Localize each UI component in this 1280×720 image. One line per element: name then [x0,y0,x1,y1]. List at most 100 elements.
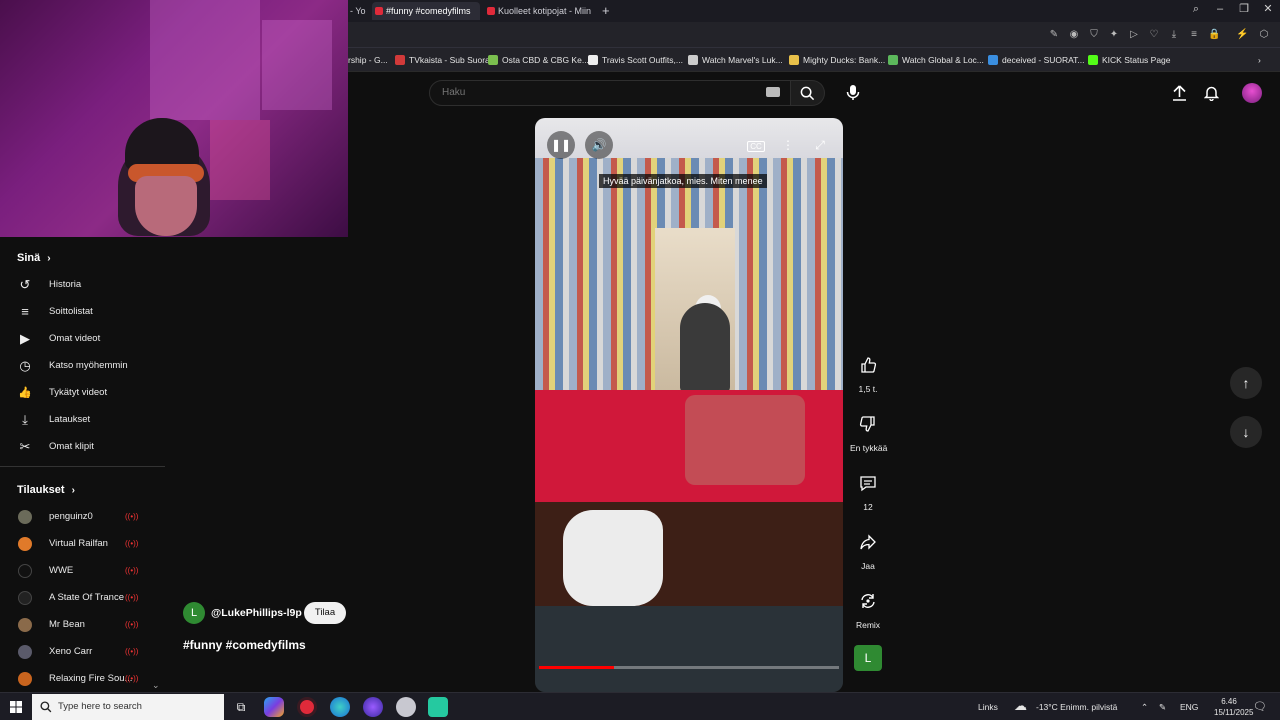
sidebar-item-playlists[interactable]: ≡ Soittolistat [0,299,165,325]
bookmark[interactable]: Watch Marvel's Luk... [688,53,783,67]
camera-icon[interactable]: ◉ [1068,29,1080,41]
chevron-right-icon[interactable]: › [1258,53,1261,67]
new-tab-button[interactable]: + [602,2,618,20]
like-button[interactable]: 1,5 t. [850,350,886,394]
links-toolbar[interactable]: Links [978,702,998,712]
lock-icon[interactable]: 🔒 [1208,29,1220,41]
profile-icon[interactable]: ⬡ [1258,29,1270,41]
close-icon[interactable]: ✕ [1256,0,1280,20]
upload-icon[interactable] [1172,85,1187,101]
shorts-video-player[interactable]: ❚❚ 🔊 CC ⋮ ⤢ Hyvää päivänjatkoa, mies. Mi… [535,118,843,692]
pen-icon[interactable]: ✎ [1159,702,1166,713]
channel-avatar [18,564,32,578]
play-icon[interactable]: ▷ [1128,29,1140,41]
subscribe-button[interactable]: Tilaa [304,602,346,624]
channel-name[interactable]: @LukePhillips-l9p [211,607,302,619]
messenger-icon[interactable] [363,697,383,717]
search-tabs-icon[interactable]: ⌕ [1184,0,1208,20]
extension-icon[interactable]: ✦ [1108,29,1120,41]
previous-short-button[interactable]: ↑ [1230,367,1262,399]
sidebar-item-downloads[interactable]: ⤓ Lataukset [0,407,165,433]
bookmark[interactable]: deceived - SUORAT... [988,53,1085,67]
chevron-up-icon[interactable]: ⌃ [1141,702,1148,713]
fullscreen-button[interactable]: ⤢ [808,134,832,156]
channel-thumbnail[interactable]: L [854,645,882,671]
subscriptions-section-title[interactable]: Tilaukset › [17,484,75,496]
captions-button[interactable]: CC [744,134,768,156]
language-indicator[interactable]: ENG [1180,702,1198,712]
more-options-button[interactable]: ⋮ [776,134,800,156]
windows-start-icon[interactable] [10,701,22,713]
edit-icon[interactable]: ✎ [1048,29,1060,41]
bookmark[interactable]: Osta CBD & CBG Ke... [488,53,589,67]
clips-icon: ✂ [19,439,31,454]
shield-icon[interactable]: ⛉ [1088,29,1100,41]
clock[interactable]: 6.46 15/11/2025 [1214,696,1253,718]
minimize-icon[interactable]: – [1208,0,1232,20]
sidebar-item-subscription[interactable]: A State Of Trance ((•)) [0,585,165,611]
share-button[interactable]: Jaa [850,527,886,571]
bookmark[interactable]: Travis Scott Outfits,... [588,53,683,67]
sidebar-item-subscription[interactable]: WWE ((•)) [0,558,165,584]
live-icon: ((•)) [125,620,139,629]
chevron-down-icon[interactable]: ⌄ [152,680,160,691]
weather-text[interactable]: -13°C Enimm. pilvistä [1036,702,1117,712]
subtitle-caption: Hyvää päivänjatkoa, mies. Miten menee [599,174,767,188]
search-button[interactable] [791,80,825,106]
chevron-right-icon: › [71,485,75,496]
sidebar-item-history[interactable]: ↺ Historia [0,272,165,298]
weather-icon[interactable]: ☁ [1014,698,1027,714]
sidebar-item-your-videos[interactable]: ▶ Omat videot [0,326,165,352]
captions-icon: CC [747,141,765,152]
opera-icon[interactable] [297,697,317,717]
task-view-icon[interactable]: ⧉ [231,697,251,717]
app-icon[interactable] [428,697,448,717]
heart-icon[interactable]: ♡ [1148,29,1160,41]
live-icon: ((•)) [125,566,139,575]
pause-icon: ❚❚ [550,138,572,152]
bookmark[interactable]: rship - G... [348,53,388,67]
ai-icon[interactable]: ⚡ [1236,29,1248,41]
bell-icon[interactable] [1204,85,1219,101]
sidebar-item-subscription[interactable]: Mr Bean ((•)) [0,612,165,638]
progress-bar[interactable] [539,666,839,669]
sidebar-item-watch-later[interactable]: ◷ Katso myöhemmin [0,353,165,379]
you-section-title[interactable]: Sinä › [17,252,51,264]
bookmark[interactable]: KICK Status Page [1088,53,1171,67]
bookmark[interactable]: Mighty Ducks: Bank... [789,53,885,67]
copilot-icon[interactable] [264,697,284,717]
remix-button[interactable]: Remix [850,586,886,630]
sidebar-item-subscription[interactable]: Relaxing Fire Sou... ((•)) [0,666,165,692]
video-title[interactable]: #funny #comedyfilms [183,638,306,652]
channel-avatar[interactable]: L [183,602,205,624]
sidebar-item-liked-videos[interactable]: 👍 Tykätyt videot [0,380,165,406]
browser-tab-active[interactable]: #funny #comedyfilms [372,2,480,20]
browser-tab[interactable]: - Yo [348,2,370,20]
sidebar-item-subscription[interactable]: Xeno Carr ((•)) [0,639,165,665]
channel-avatar [18,672,32,686]
keyboard-icon[interactable] [766,87,780,97]
dislike-button[interactable]: En tykkää [850,409,887,453]
sidebar-item-subscription[interactable]: Virtual Railfan ((•)) [0,531,165,557]
taskbar-search[interactable]: Type here to search [32,694,224,720]
avatar[interactable] [1242,83,1262,103]
volume-button[interactable]: 🔊 [585,131,613,159]
bookmark[interactable]: TVkaista - Sub Suora [395,53,490,67]
search-input[interactable] [442,87,742,98]
edge-icon[interactable] [330,697,350,717]
comments-button[interactable]: 12 [850,468,886,512]
browser-tab[interactable]: Kuolleet kotipojat - Miin [484,2,592,20]
pause-button[interactable]: ❚❚ [547,131,575,159]
menu-icon[interactable]: ≡ [1188,29,1200,41]
divider [0,466,165,467]
download-icon[interactable]: ⤓ [1168,29,1180,41]
bookmark-favicon-icon [688,55,698,65]
sidebar-item-clips[interactable]: ✂ Omat klipit [0,434,165,460]
microphone-icon[interactable] [846,84,860,101]
app-icon[interactable] [396,697,416,717]
sidebar-item-subscription[interactable]: penguinz0 ((•)) [0,504,165,530]
notifications-icon[interactable]: 🗨 [1253,700,1267,713]
restore-icon[interactable]: ❐ [1232,0,1256,20]
next-short-button[interactable]: ↓ [1230,416,1262,448]
bookmark[interactable]: Watch Global & Loc... [888,53,984,67]
